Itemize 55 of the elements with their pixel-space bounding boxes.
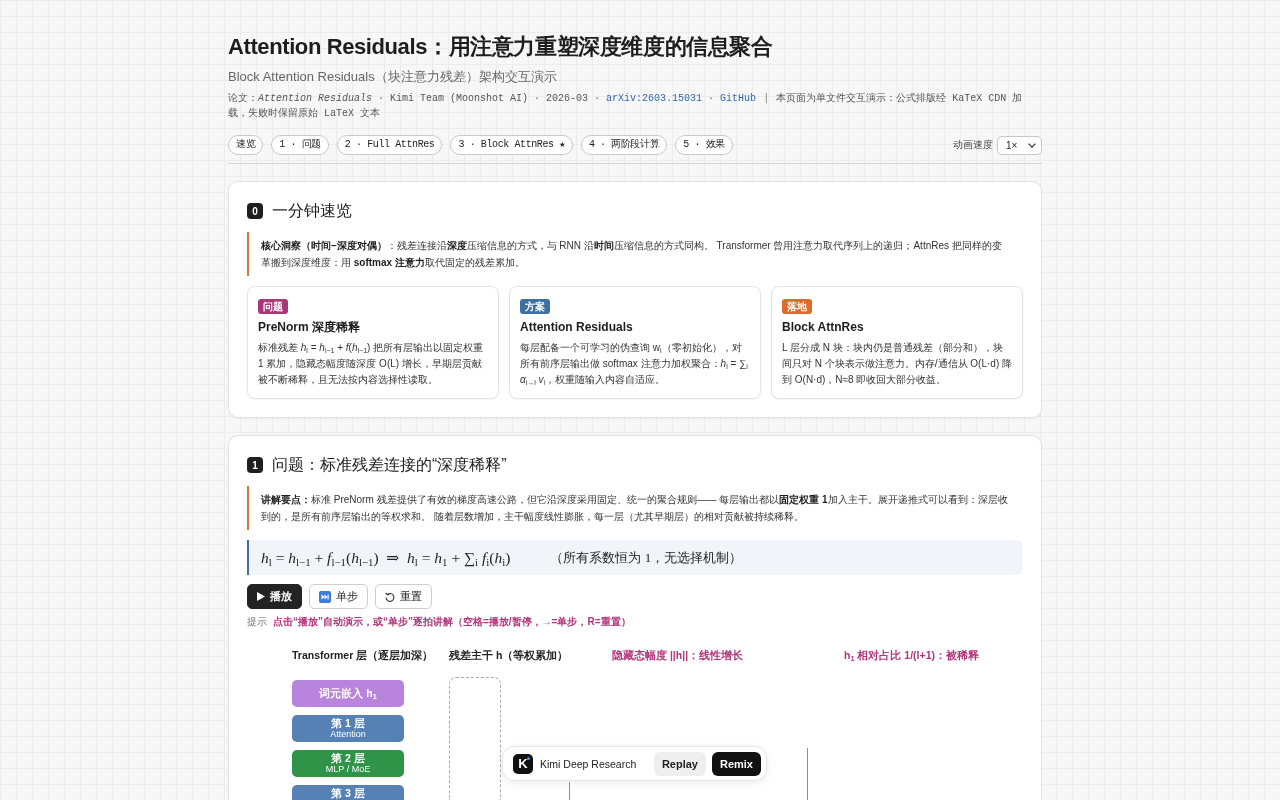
nav-link[interactable]: 1 · 问题 (271, 135, 329, 155)
meta-link[interactable]: arXiv:2603.15031 (606, 93, 703, 104)
layer-title: 第 1 层 (331, 717, 365, 729)
category-tag: 落地 (782, 299, 812, 314)
play-icon (257, 592, 265, 601)
meta-link[interactable]: GitHub (720, 93, 757, 104)
card-text: L 层分成 N 块：块内仍是普通残差（部分和），块间只对 N 个块表示做注意力。内存/通信从 O(L·d) 降到 O(N·d)，N≈8 即收回大部分收益。 (782, 341, 1012, 387)
reset-icon (385, 591, 395, 602)
app-logo: K (513, 753, 533, 774)
hint-label: 提示 (247, 615, 267, 629)
callout: 核心洞察（时间–深度对偶）：残差连接沿深度压缩信息的方式，与 RNN 沿时间压缩信息的方式同构。 Transformer 曾用注意力取代序列上的递归；AttnRes 把同样的变革搬到深度维度：用 softmax 注意力取代固定的残差累加。 (247, 232, 1023, 276)
replay-button[interactable]: Replay (653, 751, 706, 776)
section-number: 0 (247, 203, 263, 219)
column-heading: 隐藏态幅度 ||h||：线性增长 (612, 648, 745, 662)
app-name: Kimi Deep Research (540, 757, 638, 770)
nav-link[interactable]: 2 · Full AttnRes (336, 135, 443, 155)
nav-link[interactable]: 4 · 两阶段计算 (580, 135, 668, 155)
card-text: 标准残差 h$_{l}$ = h$_{l−1}$ + f(h$_{l−1}$) 把所有层输出以固定权重 1 累加，隐藏态幅度随深度 O(L) 增长，早期层贡献被不断稀释，且无法按内容选择性读取。 (258, 341, 485, 387)
layer-subtitle: MLP / MoE (325, 764, 371, 775)
skip-forward-icon (319, 590, 331, 603)
card-title: PreNorm 深度稀释 (258, 319, 362, 335)
card-title: Block AttnRes (782, 319, 865, 335)
paper-meta: 论文：Attention Residuals · Kimi Team (Moonshot AI) · 2026-03 · arXiv:2603.15031 · GitHub | 本页面为单文件交互演示：公式排版经 KaTeX CDN 加载，失败时保留原始 LaTeX 文本 (228, 91, 1024, 121)
card-text: 每层配备一个可学习的伪查询 w$_{l}$（零初始化），对所有前序层输出做 softmax 注意力加权聚合：h$_{l}$ = ∑$_{i}$ α$_{i→l}$ v$_{i}$，权重随输入内容自适应。 (520, 341, 749, 388)
page-title: Attention Residuals：用注意力重塑深度维度的信息聚合 (228, 33, 774, 61)
hint-text: 点击“播放”自动演示，或“单步”逐拍讲解（空格=播放/暂停，→=单步，R=重置） (273, 615, 631, 629)
page-subtitle: Block Attention Residuals（块注意力残差）架构交互演示 (228, 68, 558, 86)
formula-text: h$_{l}$ = h$_{l−1}$ + f$_{l−1}$(h$_{l−1}$) ⇒ h$_{l}$ = h$_{1}$ + ∑$_{i}$ f$_{i}$(h$_{i}$) (261, 548, 511, 567)
card-title: Attention Residuals (520, 319, 634, 335)
chevron-down-icon (1028, 142, 1036, 148)
section-title: 一分钟速览 (272, 201, 352, 221)
formula-note: （所有系数恒为 1，无选择机制） (550, 548, 743, 567)
step-button[interactable]: 单步 (309, 584, 368, 609)
layer-subtitle: Attention (330, 729, 366, 740)
nav-link[interactable]: 3 · Block AttnRes ★ (450, 135, 573, 155)
callout: 讲解要点：标准 PreNorm 残差提供了有效的梯度高速公路，但它沿深度采用固定、统一的聚合规则—— 每层输出都以固定权重 1加入主干。展开递推式可以看到：深层收到的，是所有前序层输出的等权求和。 随着层数增加，主干幅度线性膨胀，每一层（尤其早期层）的相对贡献被持续稀释。 (247, 486, 1023, 530)
column-heading: 残差主干 h（等权累加） (449, 648, 570, 662)
nav-link[interactable]: 速览 (228, 135, 264, 155)
category-tag: 问题 (258, 299, 288, 314)
play-button[interactable]: 播放 (247, 584, 302, 609)
speed-select[interactable]: 1× (997, 135, 1042, 155)
embedding-block: 词元嵌入 h$_{1}$ (292, 680, 404, 707)
chart-axis (569, 782, 570, 800)
remix-button[interactable]: Remix (711, 751, 761, 776)
speed-label: 动画速度 (953, 138, 993, 152)
category-tag: 方案 (520, 299, 550, 314)
layer-title: 第 3 层 (331, 787, 365, 799)
section-number: 1 (247, 457, 263, 473)
column-heading: h$_{1}$ 相对占比 1/(l+1)：被稀释 (844, 648, 980, 662)
column-heading: Transformer 层（逐层加深） (292, 648, 435, 662)
layer-title: 第 2 层 (331, 752, 365, 764)
chart-axis (807, 748, 808, 800)
section-title: 问题：标准残差连接的“深度稀释” (272, 455, 507, 475)
reset-button[interactable]: 重置 (375, 584, 432, 609)
nav-link[interactable]: 5 · 效果 (675, 135, 733, 155)
